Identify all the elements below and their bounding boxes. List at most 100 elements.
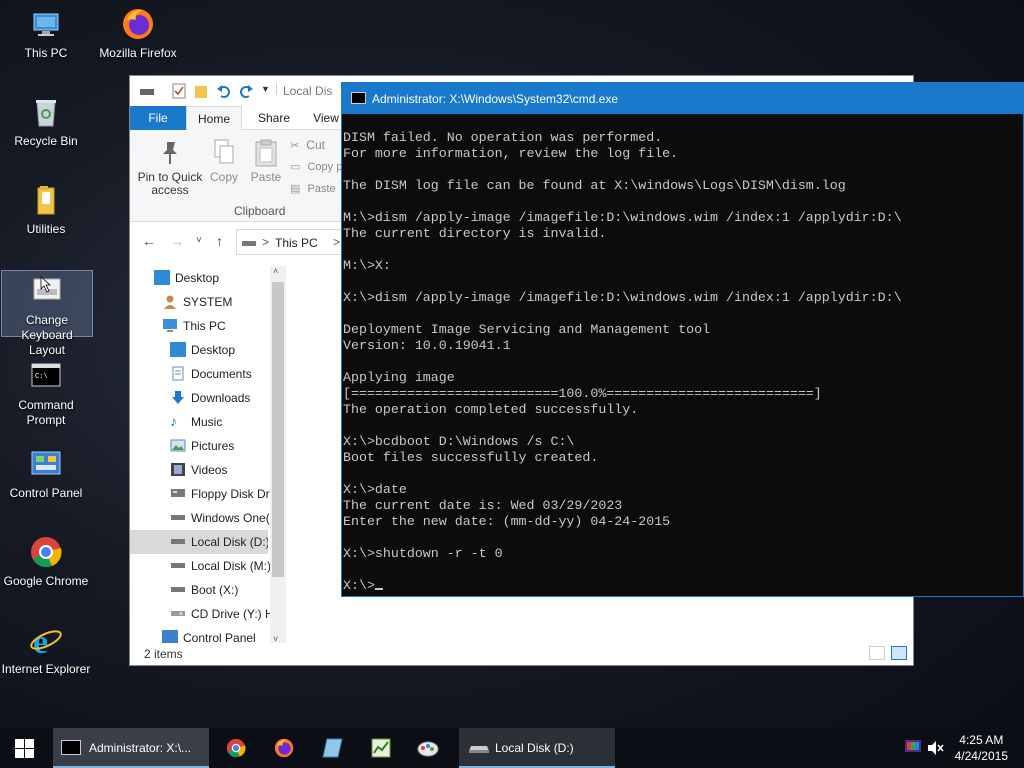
console-line: Boot files successfully created. bbox=[343, 450, 599, 465]
nav-item-boot-x[interactable]: Boot (X:) bbox=[130, 578, 270, 602]
start-button[interactable] bbox=[0, 728, 48, 768]
copy-path-icon: ▭ bbox=[290, 161, 301, 173]
pin-to-quick-access-button[interactable]: Pin to Quick access bbox=[136, 138, 204, 197]
forward-arrow-icon[interactable]: → bbox=[170, 233, 184, 249]
scroll-up-icon[interactable]: ˄ bbox=[273, 266, 278, 276]
desktop-icon-command-prompt[interactable]: C:\ Command Prompt bbox=[0, 358, 92, 428]
paste-shortcut-icon: ▤ bbox=[290, 183, 301, 195]
desktop-icon-label: Google Chrome bbox=[3, 574, 89, 588]
large-icons-view-icon[interactable] bbox=[891, 646, 907, 660]
new-folder-icon[interactable] bbox=[194, 83, 208, 99]
desktop-icon-firefox[interactable]: Mozilla Firefox bbox=[92, 6, 184, 61]
download-arrow-icon bbox=[170, 390, 186, 405]
taskbar-paint-button[interactable] bbox=[406, 728, 450, 768]
drive-icon bbox=[140, 89, 154, 95]
drive-icon bbox=[170, 558, 186, 573]
console-line: Enter the new date: (mm-dd-yy) 04-24-201… bbox=[343, 514, 671, 529]
undo-icon[interactable] bbox=[216, 83, 232, 99]
taskbar-firefox-button[interactable] bbox=[262, 728, 306, 768]
paste-button[interactable]: Paste bbox=[248, 138, 284, 184]
desktop-icon-change-keyboard-layout[interactable]: Change Keyboard Layout bbox=[1, 270, 93, 357]
nav-item-local-disk-d[interactable]: Local Disk (D:) bbox=[130, 530, 268, 554]
nav-item-this-pc[interactable]: This PC bbox=[130, 314, 270, 338]
internet-explorer-icon: e bbox=[28, 622, 64, 661]
breadcrumb-this-pc[interactable]: This PC bbox=[275, 236, 318, 250]
taskbar-cmd-button[interactable]: Administrator: X:\... bbox=[53, 728, 209, 768]
desktop-icon-label: Utilities bbox=[26, 222, 66, 236]
console-line: [==========================100.0%=======… bbox=[343, 386, 822, 401]
desktop-icon-recycle-bin[interactable]: Recycle Bin bbox=[0, 94, 92, 149]
pictures-icon bbox=[170, 438, 186, 453]
nav-item-windows-onedrive[interactable]: Windows One( bbox=[130, 506, 270, 530]
console-line: X:\>bcdboot D:\Windows /s C:\ bbox=[343, 434, 575, 449]
paste-shortcut-button[interactable]: ▤ Paste bbox=[290, 182, 336, 195]
cmd-title-bar[interactable]: Administrator: X:\Windows\System32\cmd.e… bbox=[342, 83, 1023, 114]
desktop-icon-internet-explorer[interactable]: e Internet Explorer bbox=[0, 622, 92, 677]
control-panel-icon bbox=[28, 446, 64, 482]
volume-muted-icon[interactable] bbox=[927, 740, 945, 756]
details-view-icon[interactable] bbox=[869, 646, 885, 660]
customize-qat-chevron-icon[interactable]: ▼ bbox=[261, 84, 270, 94]
tab-view[interactable]: View bbox=[306, 106, 346, 130]
desktop-icon-label: Change Keyboard Layout bbox=[21, 313, 73, 357]
copy-icon bbox=[214, 139, 234, 164]
nav-item-desktop[interactable]: Desktop bbox=[130, 338, 270, 362]
recycle-bin-icon bbox=[28, 94, 64, 130]
taskbar-task-manager-button[interactable] bbox=[358, 728, 402, 768]
cut-label: Cut bbox=[306, 138, 325, 152]
clipboard-group-label: Clipboard bbox=[234, 204, 286, 218]
navigation-pane-scrollbar[interactable]: ˄ ˅ bbox=[270, 266, 286, 644]
console-line: Deployment Image Servicing and Managemen… bbox=[343, 322, 711, 337]
copy-path-button[interactable]: ▭ Copy pa bbox=[290, 160, 348, 173]
nav-item-local-disk-m[interactable]: Local Disk (M:) bbox=[130, 554, 270, 578]
tab-home[interactable]: Home bbox=[186, 106, 242, 130]
taskbar-notepad-button[interactable] bbox=[310, 728, 354, 768]
cd-drive-icon bbox=[170, 606, 186, 621]
nav-item-documents[interactable]: Documents bbox=[130, 362, 270, 386]
nav-item-pictures[interactable]: Pictures bbox=[130, 434, 270, 458]
console-output[interactable]: DISM failed. No operation was performed.… bbox=[342, 130, 1023, 594]
taskbar-explorer-button[interactable]: Local Disk (D:) bbox=[459, 728, 615, 768]
nav-item-videos[interactable]: Videos bbox=[130, 458, 270, 482]
nav-item-desktop-root[interactable]: Desktop bbox=[130, 266, 270, 290]
address-bar[interactable]: > This PC > bbox=[236, 229, 356, 255]
desktop-icon-google-chrome[interactable]: Google Chrome bbox=[0, 534, 92, 589]
up-arrow-icon[interactable]: ↑ bbox=[216, 233, 223, 249]
tab-file[interactable]: File bbox=[130, 106, 186, 130]
console-line: The operation completed successfully. bbox=[343, 402, 639, 417]
music-note-icon: ♪ bbox=[170, 413, 177, 429]
drive-icon bbox=[170, 582, 186, 597]
scrollbar-thumb[interactable] bbox=[272, 282, 284, 577]
tab-share[interactable]: Share bbox=[248, 106, 300, 130]
nav-item-downloads[interactable]: Downloads bbox=[130, 386, 270, 410]
console-prompt[interactable]: X:\> bbox=[343, 578, 1023, 594]
item-count: 2 items bbox=[144, 647, 183, 661]
nav-item-system[interactable]: SYSTEM bbox=[130, 290, 270, 314]
desktop-icon-control-panel[interactable]: Control Panel bbox=[0, 446, 92, 501]
nav-item-music[interactable]: ♪ Music bbox=[130, 410, 270, 434]
properties-icon[interactable] bbox=[172, 83, 186, 99]
nav-item-cd-drive-y[interactable]: CD Drive (Y:) H bbox=[130, 602, 270, 626]
back-arrow-icon[interactable]: ← bbox=[142, 233, 156, 249]
terminal-icon bbox=[351, 92, 366, 104]
drive-icon bbox=[242, 241, 256, 246]
display-icon[interactable] bbox=[905, 740, 921, 754]
console-line: The current date is: Wed 03/29/2023 bbox=[343, 498, 623, 513]
desktop-icon-utilities[interactable]: Utilities bbox=[0, 182, 92, 237]
window-title: Local Dis bbox=[283, 84, 333, 98]
console-line: X:\>dism /apply-image /imagefile:D:\wind… bbox=[343, 290, 902, 305]
clock-date: 4/24/2015 bbox=[954, 749, 1008, 763]
command-prompt-window[interactable]: Administrator: X:\Windows\System32\cmd.e… bbox=[341, 82, 1024, 597]
redo-icon[interactable] bbox=[238, 83, 254, 99]
taskbar-chrome-button[interactable] bbox=[214, 728, 258, 768]
recent-locations-chevron-icon[interactable]: ˅ bbox=[196, 235, 202, 246]
cut-button[interactable]: ✂ Cut bbox=[290, 138, 325, 152]
desktop-icon-this-pc[interactable]: This PC bbox=[0, 6, 92, 61]
desktop-icon-label: This PC bbox=[24, 46, 68, 60]
nav-item-floppy-disk[interactable]: Floppy Disk Dri bbox=[130, 482, 270, 506]
system-clock[interactable]: 4:25 AM 4/24/2015 bbox=[955, 732, 1008, 764]
copy-button[interactable]: Copy bbox=[208, 138, 240, 184]
